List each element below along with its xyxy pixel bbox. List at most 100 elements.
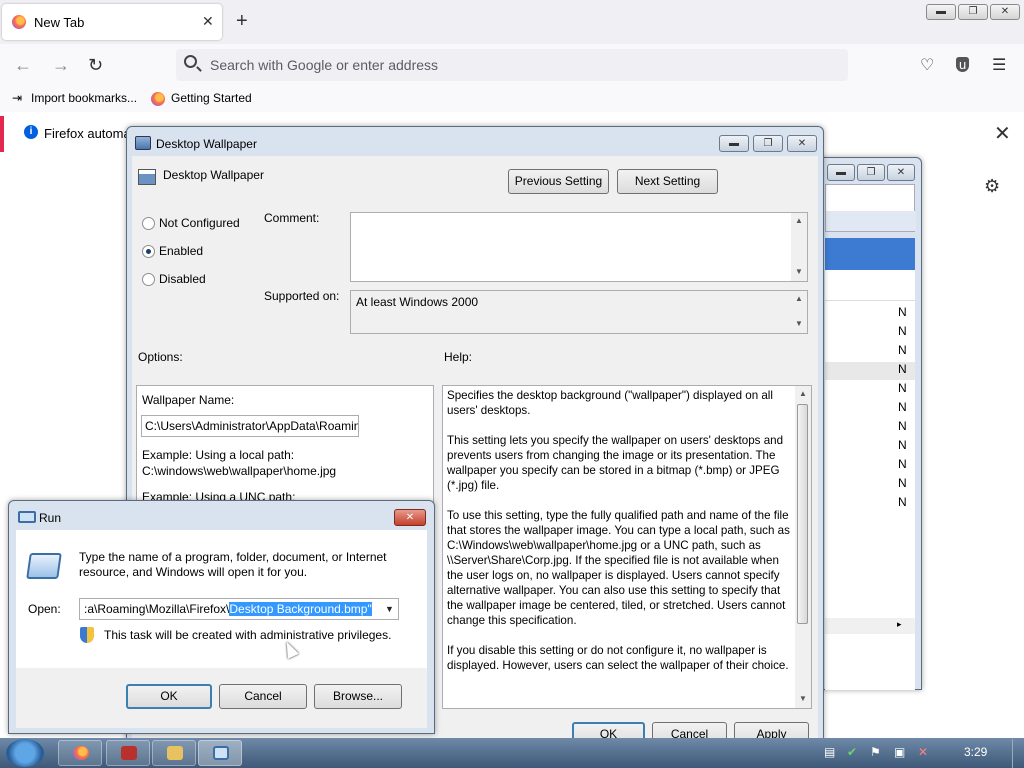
- notes-icon[interactable]: ▤: [824, 745, 835, 759]
- open-combobox[interactable]: :a\Roaming\Mozilla\Firefox\Desktop Backg…: [79, 598, 399, 620]
- back-icon[interactable]: ←: [14, 55, 32, 75]
- run-program-icon: [26, 553, 62, 579]
- options-panel: Wallpaper Name: C:\Users\Administrator\A…: [136, 385, 434, 515]
- setting-icon: [138, 169, 156, 185]
- network-icon[interactable]: ▣: [894, 745, 905, 759]
- comment-field[interactable]: ▲ ▼: [350, 212, 808, 282]
- info-icon: i: [24, 125, 38, 139]
- radio-not-configured-label[interactable]: Not Configured: [159, 216, 240, 230]
- open-value-prefix: :a\Roaming\Mozilla\Firefox\: [84, 602, 230, 616]
- security-icon[interactable]: ✔: [847, 745, 857, 759]
- taskbar-app[interactable]: [106, 740, 150, 766]
- dialog-title: Desktop Wallpaper: [156, 137, 257, 151]
- chevron-down-icon[interactable]: ▼: [381, 599, 398, 619]
- example-local-label: Example: Using a local path:: [142, 448, 295, 462]
- url-placeholder: Search with Google or enter address: [210, 57, 439, 73]
- comment-label: Comment:: [264, 211, 320, 225]
- close-window-button[interactable]: ✕: [990, 4, 1020, 20]
- run-title: Run: [39, 511, 62, 525]
- help-paragraph: Specifies the desktop background ("wallp…: [447, 389, 773, 417]
- comment-scrollbar[interactable]: ▲ ▼: [791, 213, 807, 281]
- run-browse-button[interactable]: Browse...: [314, 684, 402, 709]
- show-desktop-button[interactable]: [1012, 739, 1024, 768]
- firefox-icon: [151, 92, 165, 106]
- admin-note: This task will be created with administr…: [104, 628, 392, 642]
- supported-scrollbar[interactable]: ▲ ▼: [791, 291, 807, 333]
- uac-shield-icon: [80, 627, 94, 643]
- help-paragraph: This setting lets you specify the wallpa…: [447, 434, 784, 492]
- new-tab-button[interactable]: +: [236, 9, 248, 33]
- wallpaper-name-label: Wallpaper Name:: [142, 393, 235, 407]
- help-text: Specifies the desktop background ("wallp…: [447, 388, 795, 673]
- tab-new-tab[interactable]: New Tab ✕: [2, 4, 222, 40]
- bookmark-import[interactable]: Import bookmarks...: [31, 91, 137, 105]
- policy-icon: [135, 136, 151, 150]
- help-paragraph: To use this setting, type the fully qual…: [447, 509, 790, 627]
- wallpaper-name-field[interactable]: C:\Users\Administrator\AppData\Roamin: [141, 415, 359, 437]
- radio-disabled-label[interactable]: Disabled: [159, 272, 206, 286]
- run-cancel-button[interactable]: Cancel: [219, 684, 307, 709]
- ublock-icon[interactable]: u: [956, 57, 970, 72]
- flag-icon[interactable]: ⚑: [870, 745, 881, 759]
- firefox-icon: [12, 15, 26, 29]
- help-panel: Specifies the desktop background ("wallp…: [442, 385, 812, 709]
- taskbar-explorer[interactable]: [152, 740, 196, 766]
- radio-enabled[interactable]: [142, 245, 155, 258]
- url-bar[interactable]: Search with Google or enter address: [176, 49, 848, 81]
- menu-icon[interactable]: ☰: [992, 55, 1006, 75]
- horizontal-scrollbar[interactable]: ▸: [825, 618, 915, 634]
- supported-field: At least Windows 2000 ▲ ▼: [350, 290, 808, 334]
- notification-text: Firefox automat: [44, 126, 135, 141]
- close-tab-icon[interactable]: ✕: [202, 13, 214, 30]
- help-scrollbar[interactable]: ▲ ▼: [795, 386, 811, 708]
- tab-bar: New Tab ✕ + ▬ ❐ ✕: [0, 0, 1024, 44]
- help-paragraph: If you disable this setting or do not co…: [447, 644, 789, 672]
- restore-button[interactable]: ❐: [753, 135, 783, 152]
- close-button[interactable]: ✕: [887, 164, 915, 181]
- taskbar-firefox[interactable]: [58, 740, 102, 766]
- restore-button[interactable]: ❐: [857, 164, 885, 181]
- app-icon: [121, 746, 137, 760]
- open-value-selected: Desktop Background.bmp": [229, 602, 372, 616]
- options-label: Options:: [138, 350, 183, 364]
- setting-name: Desktop Wallpaper: [163, 168, 264, 182]
- help-label: Help:: [444, 350, 473, 364]
- minimize-button[interactable]: ▬: [827, 164, 855, 181]
- example-local-path: C:\windows\web\wallpaper\home.jpg: [142, 464, 337, 478]
- notification-close-icon[interactable]: ✕: [994, 121, 1011, 146]
- radio-not-configured[interactable]: [142, 217, 155, 230]
- volume-muted-icon[interactable]: ✕: [918, 745, 928, 759]
- next-setting-button[interactable]: Next Setting: [617, 169, 718, 194]
- reload-icon[interactable]: ↻: [88, 55, 103, 75]
- open-label: Open:: [28, 602, 61, 616]
- start-button[interactable]: [6, 739, 44, 767]
- run-ok-button[interactable]: OK: [126, 684, 212, 709]
- minimize-button[interactable]: ▬: [719, 135, 749, 152]
- previous-setting-button[interactable]: Previous Setting: [508, 169, 609, 194]
- search-icon: [184, 55, 197, 68]
- import-icon: ⇥: [12, 91, 23, 105]
- close-button[interactable]: ✕: [394, 509, 426, 526]
- supported-label: Supported on:: [264, 289, 340, 303]
- help-scroll-thumb[interactable]: [797, 404, 808, 624]
- radio-enabled-label[interactable]: Enabled: [159, 244, 203, 258]
- gear-icon[interactable]: ⚙: [984, 176, 1000, 197]
- selected-policy-row[interactable]: [825, 238, 915, 270]
- tab-title: New Tab: [34, 15, 85, 30]
- radio-disabled[interactable]: [142, 273, 155, 286]
- bookmarks-toolbar: ⇥ Import bookmarks... Getting Started: [0, 86, 1024, 112]
- wallpaper-name-value: C:\Users\Administrator\AppData\Roamin: [145, 419, 359, 433]
- clock[interactable]: 3:29: [964, 745, 987, 759]
- bookmark-getting-started[interactable]: Getting Started: [171, 91, 252, 105]
- minimize-button[interactable]: ▬: [926, 4, 956, 20]
- restore-button[interactable]: ❐: [958, 4, 988, 20]
- taskbar-run[interactable]: [198, 740, 242, 766]
- forward-icon[interactable]: →: [52, 55, 70, 75]
- run-icon: [213, 746, 229, 760]
- supported-value: At least Windows 2000: [356, 295, 479, 309]
- pocket-icon[interactable]: ♡: [920, 55, 934, 75]
- close-button[interactable]: ✕: [787, 135, 817, 152]
- run-description: Type the name of a program, folder, docu…: [79, 550, 387, 579]
- firefox-icon: [73, 746, 89, 760]
- folder-icon: [167, 746, 183, 760]
